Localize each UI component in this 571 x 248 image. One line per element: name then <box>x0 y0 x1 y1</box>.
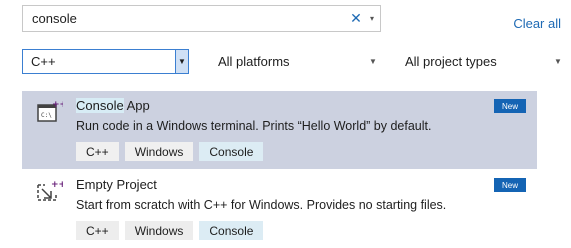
template-tags: C++ Windows Console <box>76 221 264 240</box>
svg-text:++: ++ <box>52 100 63 110</box>
title-rest: Empty Project <box>76 177 157 192</box>
chevron-down-icon[interactable]: ▼ <box>175 50 188 73</box>
tag-console: Console <box>199 221 264 240</box>
clear-all-link[interactable]: Clear all <box>513 16 561 31</box>
empty-project-icon: ++ <box>37 180 63 201</box>
tag-console: Console <box>199 142 264 161</box>
tag-windows: Windows <box>124 142 194 161</box>
template-description: Start from scratch with C++ for Windows.… <box>76 198 447 212</box>
template-item-console-app[interactable]: C:\ ++ Console App Run code in a Windows… <box>22 91 537 169</box>
project-type-filter-dropdown[interactable]: All project types ▼ <box>397 49 565 74</box>
search-input-value[interactable]: console <box>23 11 348 26</box>
tag-cpp: C++ <box>76 221 119 240</box>
language-filter-value: C++ <box>31 54 56 69</box>
template-item-empty-project[interactable]: ++ Empty Project Start from scratch with… <box>22 170 537 248</box>
console-app-icon: C:\ ++ <box>37 100 63 122</box>
search-input[interactable]: console ✕ ▾ <box>22 5 381 32</box>
tag-cpp: C++ <box>76 142 119 161</box>
template-description: Run code in a Windows terminal. Prints “… <box>76 119 432 133</box>
chevron-down-icon[interactable]: ▼ <box>551 57 565 66</box>
project-type-filter-value: All project types <box>405 54 497 69</box>
new-badge: New <box>494 99 526 113</box>
title-match-highlight: Console <box>76 98 124 113</box>
tag-windows: Windows <box>124 221 194 240</box>
svg-text:C:\: C:\ <box>41 112 52 119</box>
svg-text:++: ++ <box>51 180 63 190</box>
title-rest: App <box>123 98 150 113</box>
template-tags: C++ Windows Console <box>76 142 264 161</box>
new-badge: New <box>494 178 526 192</box>
language-filter-dropdown[interactable]: C++ ▼ <box>22 49 189 74</box>
chevron-down-icon[interactable]: ▼ <box>366 57 380 66</box>
search-history-dropdown-icon[interactable]: ▾ <box>364 14 380 23</box>
template-title: Empty Project <box>76 177 157 192</box>
platform-filter-value: All platforms <box>218 54 290 69</box>
template-title: Console App <box>76 98 150 113</box>
clear-search-icon[interactable]: ✕ <box>348 10 364 27</box>
platform-filter-dropdown[interactable]: All platforms ▼ <box>210 49 380 74</box>
